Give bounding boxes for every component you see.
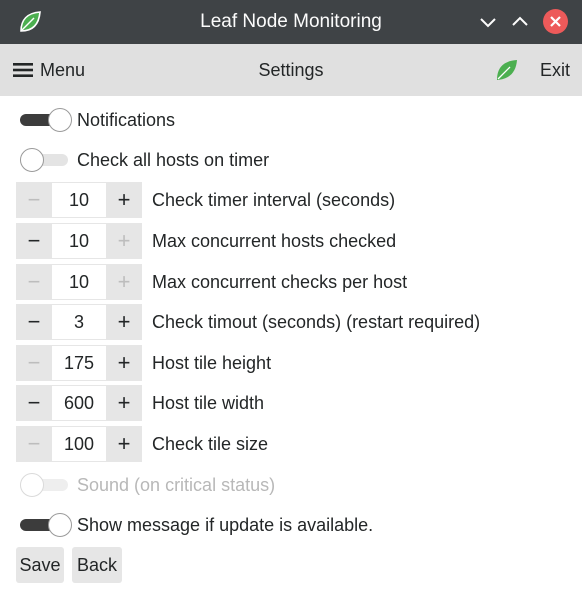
check-all-hosts-row: Check all hosts on timer: [16, 148, 269, 172]
increment-button[interactable]: +: [106, 385, 142, 421]
max-concurrent-hosts-stepper: − 10 +: [16, 223, 142, 259]
max-concurrent-hosts-row: − 10 + Max concurrent hosts checked: [16, 223, 396, 259]
window-titlebar: Leaf Node Monitoring: [0, 0, 582, 44]
leaf-icon: [496, 60, 517, 80]
max-concurrent-checks-row: − 10 + Max concurrent checks per host: [16, 264, 407, 300]
decrement-button[interactable]: −: [16, 182, 52, 218]
stepper-value[interactable]: 10: [52, 182, 106, 218]
check-tile-size-stepper: − 100 +: [16, 426, 142, 462]
exit-label: Exit: [539, 59, 570, 80]
increment-button[interactable]: +: [106, 304, 142, 340]
increment-button[interactable]: +: [106, 345, 142, 381]
stepper-label: Check timer interval (seconds): [152, 189, 396, 210]
menu-label: Menu: [40, 59, 86, 80]
check-timeout-stepper: − 3 +: [16, 304, 142, 340]
notifications-label: Notifications: [77, 109, 176, 130]
decrement-button[interactable]: −: [16, 304, 52, 340]
host-tile-height-stepper: − 175 +: [16, 345, 142, 381]
close-icon[interactable]: [543, 9, 568, 34]
check-all-hosts-label: Check all hosts on timer: [77, 149, 270, 170]
host-tile-width-row: − 600 + Host tile width: [16, 385, 264, 421]
stepper-value[interactable]: 100: [52, 426, 106, 462]
update-message-label: Show message if update is available.: [77, 514, 374, 535]
stepper-label: Check tile size: [152, 433, 269, 454]
stepper-value[interactable]: 3: [52, 304, 106, 340]
save-button[interactable]: Save: [16, 547, 64, 583]
stepper-value[interactable]: 600: [52, 385, 106, 421]
stepper-label: Host tile height: [152, 352, 272, 373]
back-button[interactable]: Back: [72, 547, 122, 583]
sound-toggle[interactable]: [16, 473, 72, 497]
check-tile-size-row: − 100 + Check tile size: [16, 426, 268, 462]
maximize-icon[interactable]: [508, 10, 532, 34]
host-tile-height-row: − 175 + Host tile height: [16, 345, 271, 381]
menu-button[interactable]: Menu: [12, 44, 85, 96]
increment-button[interactable]: +: [106, 426, 142, 462]
update-message-toggle[interactable]: [16, 513, 72, 537]
increment-button[interactable]: +: [106, 182, 142, 218]
decrement-button[interactable]: −: [16, 223, 52, 259]
decrement-button[interactable]: −: [16, 345, 52, 381]
stepper-label: Check timout (seconds) (restart required…: [152, 311, 481, 332]
stepper-value[interactable]: 10: [52, 223, 106, 259]
check-timer-interval-stepper: − 10 +: [16, 182, 142, 218]
stepper-label: Max concurrent hosts checked: [152, 230, 397, 251]
minimize-icon[interactable]: [476, 10, 500, 34]
hamburger-menu-icon: [13, 63, 33, 77]
exit-button[interactable]: Exit: [494, 44, 570, 96]
decrement-button[interactable]: −: [16, 264, 52, 300]
check-timeout-row: − 3 + Check timout (seconds) (restart re…: [16, 304, 480, 340]
max-concurrent-checks-stepper: − 10 +: [16, 264, 142, 300]
toggle-knob: [48, 108, 72, 132]
host-tile-width-stepper: − 600 +: [16, 385, 142, 421]
toggle-knob: [20, 148, 44, 172]
toolbar: Menu Settings Exit: [0, 44, 582, 96]
check-timer-interval-row: − 10 + Check timer interval (seconds): [16, 182, 395, 218]
decrement-button[interactable]: −: [16, 426, 52, 462]
stepper-value[interactable]: 10: [52, 264, 106, 300]
stepper-label: Host tile width: [152, 392, 265, 413]
notifications-row: Notifications: [16, 108, 175, 132]
sound-label: Sound (on critical status): [77, 474, 276, 495]
toggle-knob: [48, 513, 72, 537]
increment-button[interactable]: +: [106, 264, 142, 300]
notifications-toggle[interactable]: [16, 108, 72, 132]
check-all-hosts-toggle[interactable]: [16, 148, 72, 172]
toggle-knob: [20, 473, 44, 497]
increment-button[interactable]: +: [106, 223, 142, 259]
stepper-label: Max concurrent checks per host: [152, 271, 408, 292]
update-message-row: Show message if update is available.: [16, 513, 373, 537]
sound-row: Sound (on critical status): [16, 473, 275, 497]
decrement-button[interactable]: −: [16, 385, 52, 421]
stepper-value[interactable]: 175: [52, 345, 106, 381]
